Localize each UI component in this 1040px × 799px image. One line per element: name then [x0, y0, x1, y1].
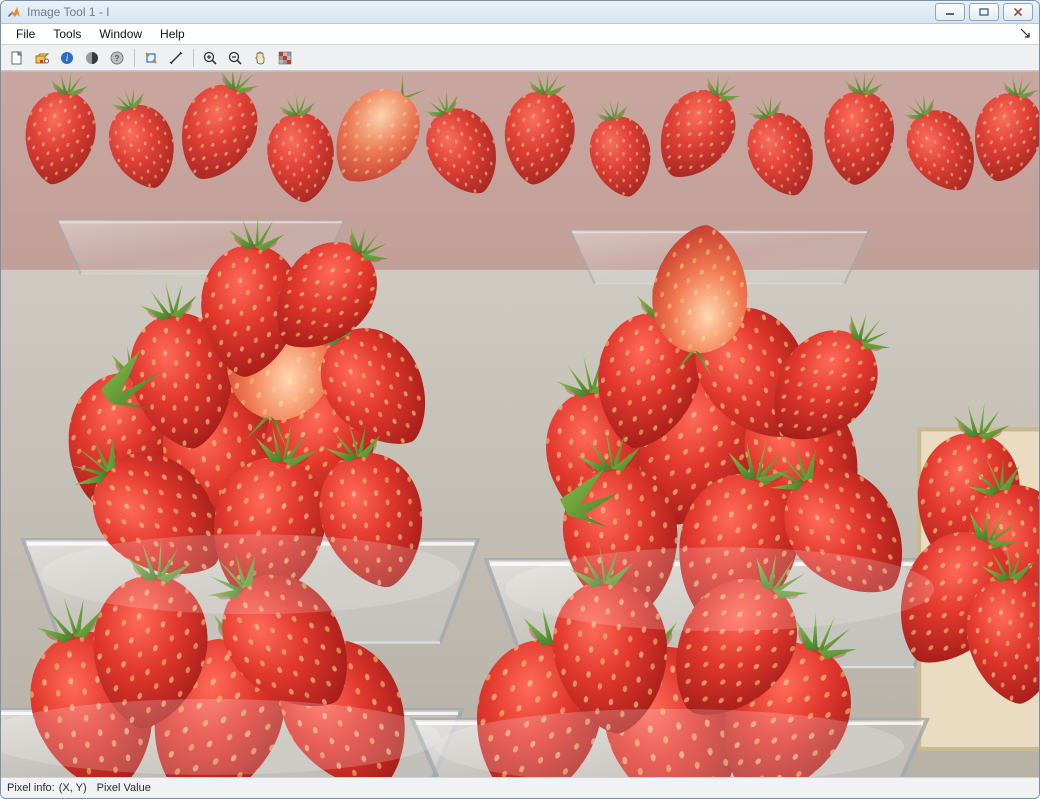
- pan-button[interactable]: [248, 46, 272, 70]
- minimize-button[interactable]: [935, 3, 965, 21]
- image-canvas-area[interactable]: [1, 71, 1039, 777]
- svg-text:?: ?: [115, 54, 120, 63]
- dock-toggle-icon[interactable]: [1017, 27, 1033, 41]
- window-title: Image Tool 1 - I: [27, 5, 935, 19]
- zoom-in-button[interactable]: [198, 46, 222, 70]
- distance-button[interactable]: [164, 46, 188, 70]
- pixel-info-label: Pixel info:: [7, 782, 55, 794]
- pixel-region-button[interactable]: [273, 46, 297, 70]
- toolbar-separator: [134, 49, 135, 67]
- menu-file[interactable]: File: [7, 24, 44, 44]
- crop-button[interactable]: [139, 46, 163, 70]
- displayed-image: [1, 72, 1039, 777]
- close-button[interactable]: [1003, 3, 1033, 21]
- menu-window[interactable]: Window: [90, 24, 151, 44]
- matlab-app-icon: [7, 5, 21, 19]
- app-window: Image Tool 1 - I File Tools Window Help: [0, 0, 1040, 799]
- menu-tools[interactable]: Tools: [44, 24, 90, 44]
- toolbar: i ?: [1, 45, 1039, 71]
- pixel-value-label: Pixel Value: [97, 782, 151, 794]
- menu-bar: File Tools Window Help: [1, 24, 1039, 45]
- adjust-contrast-button[interactable]: [80, 46, 104, 70]
- image-info-button[interactable]: i: [55, 46, 79, 70]
- zoom-out-button[interactable]: [223, 46, 247, 70]
- window-controls: [935, 3, 1033, 21]
- new-image-tool-button[interactable]: [5, 46, 29, 70]
- overview-button[interactable]: ?: [105, 46, 129, 70]
- toolbar-separator: [193, 49, 194, 67]
- status-bar: Pixel info: (X, Y) Pixel Value: [1, 777, 1039, 798]
- open-button[interactable]: [30, 46, 54, 70]
- title-bar: Image Tool 1 - I: [1, 1, 1039, 24]
- menu-help[interactable]: Help: [151, 24, 194, 44]
- pixel-xy-value: (X, Y): [59, 782, 87, 794]
- maximize-button[interactable]: [969, 3, 999, 21]
